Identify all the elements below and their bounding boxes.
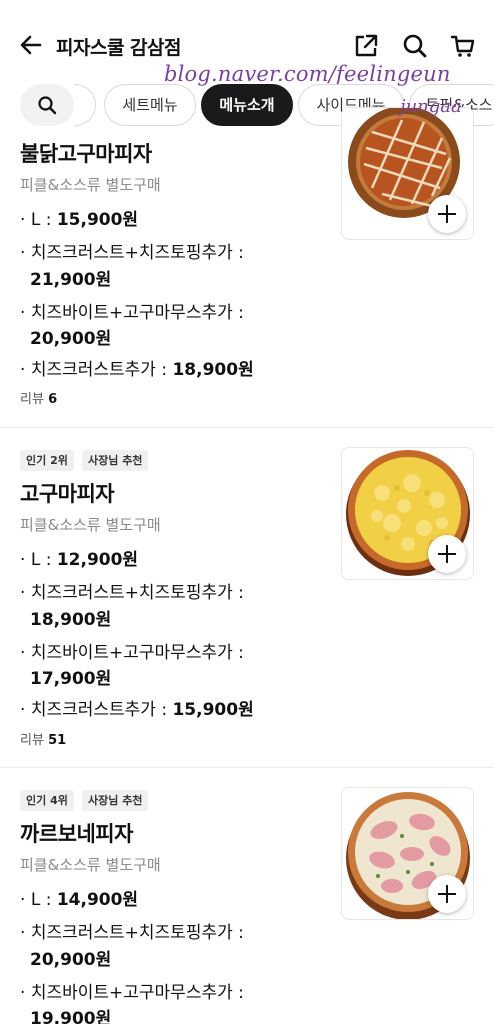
option-line: · 치즈바이트+고구마무스추가 : [20,983,244,1003]
search-icon [38,96,57,115]
option-price: 18,900원 [30,610,112,630]
price-line: · L : 14,900원 [20,890,139,910]
option-price: 21,900원 [30,270,112,290]
item-divider [0,427,494,428]
option-line: · 치즈바이트+고구마무스추가 : [20,303,244,323]
popular-badge: 인기 2위 [20,450,74,471]
add-button[interactable] [428,195,466,233]
item-name: 불닭고구마피자 [20,142,152,166]
search-icon[interactable] [401,32,429,60]
review-count: 리뷰 6 [20,392,58,407]
item-name: 까르보네피자 [20,822,133,846]
option-line: · 치즈크러스트추가 : 15,900원 [20,700,254,720]
recommend-badge: 사장님 추천 [82,790,149,811]
recommend-badge: 사장님 추천 [82,450,149,471]
item-note: 피클&소스류 별도구매 [20,856,161,874]
option-price: 17,900원 [30,669,112,689]
tab-search-button[interactable] [20,84,74,126]
cart-icon[interactable] [449,32,477,60]
option-price: 19,900원 [30,1009,112,1024]
add-button[interactable] [428,875,466,913]
item-note: 피클&소스류 별도구매 [20,176,161,194]
option-price: 20,900원 [30,329,112,349]
item-name: 고구마피자 [20,482,115,506]
option-line: · 치즈크러스트+치즈토핑추가 : [20,923,244,943]
option-price: 20,900원 [30,950,112,970]
review-count: 리뷰 51 [20,733,67,748]
price-line: · L : 15,900원 [20,210,139,230]
watermark-url: blog.naver.com/feelingeun [164,62,451,86]
price-line: · L : 12,900원 [20,550,139,570]
option-line: · 치즈크러스트+치즈토핑추가 : [20,583,244,603]
tab-menu-intro[interactable]: 메뉴소개 [201,84,293,126]
option-line: · 치즈크러스트+치즈토핑추가 : [20,243,244,263]
item-note: 피클&소스류 별도구매 [20,516,161,534]
share-icon[interactable] [352,32,380,60]
back-arrow-icon[interactable] [16,30,46,60]
tab-set-menu[interactable]: 세트메뉴 [104,84,196,126]
watermark-name: jungaa [400,96,462,117]
option-line: · 치즈크러스트추가 : 18,900원 [20,360,254,380]
option-line: · 치즈바이트+고구마무스추가 : [20,643,244,663]
popular-badge: 인기 4위 [20,790,74,811]
page-title: 피자스쿨 감삼점 [56,37,181,59]
tab-partial [74,84,96,126]
item-divider [0,767,494,768]
add-button[interactable] [428,535,466,573]
